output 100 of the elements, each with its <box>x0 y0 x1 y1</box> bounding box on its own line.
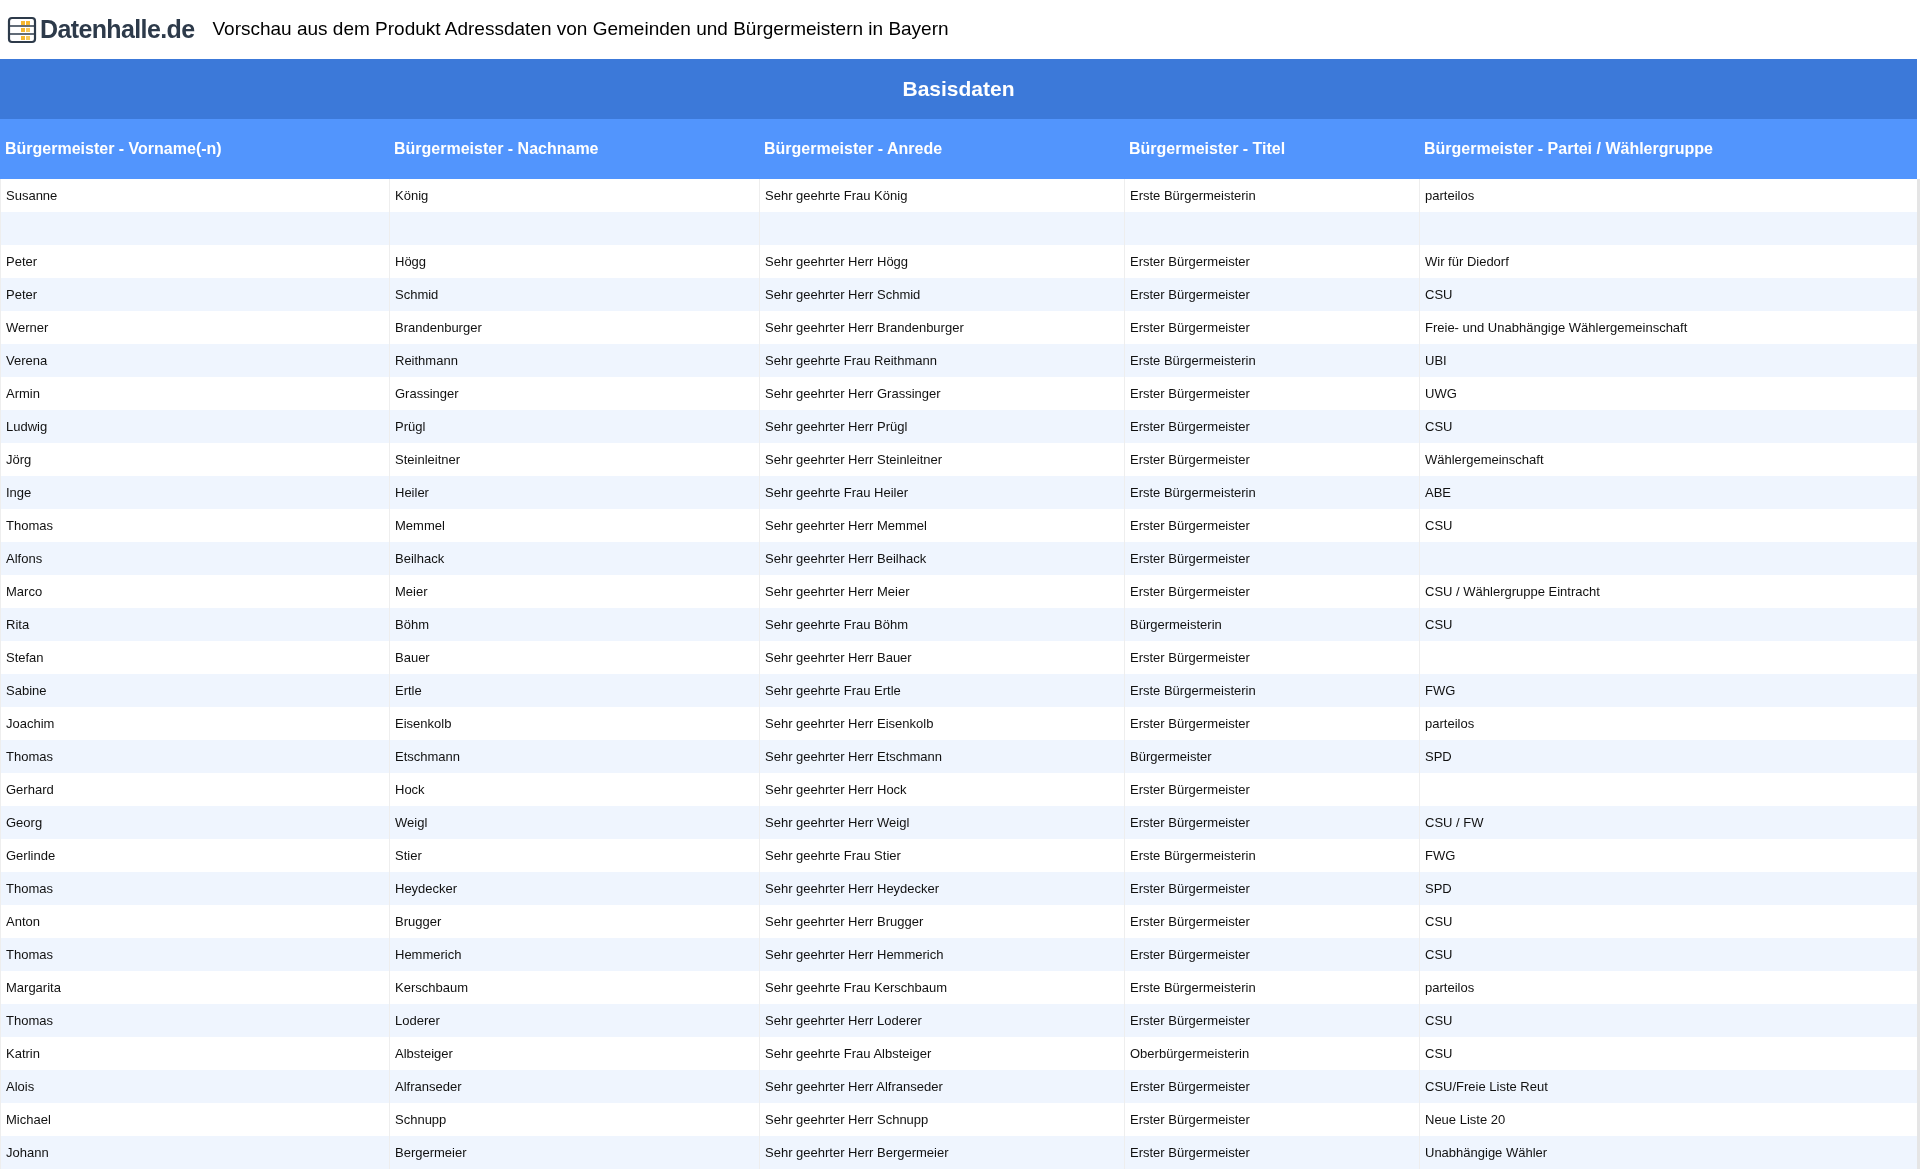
table-cell-text: Beilhack <box>395 549 445 568</box>
table-cell-text: CSU <box>1425 285 1453 304</box>
table-cell-text: Eisenkolb <box>395 714 452 733</box>
table-cell-text: ABE <box>1425 483 1451 502</box>
table-cell-text: parteilos <box>1425 714 1475 733</box>
table-cell-text: Freie- und Unabhängige Wählergemeinschaft <box>1425 318 1688 337</box>
table-cell-text: Schmid <box>395 285 439 304</box>
table-cell-text: Katrin <box>6 1044 40 1063</box>
table-cell-text: Sehr geehrter Herr Brandenburger <box>765 318 964 337</box>
table-cell-text: Rita <box>6 615 30 634</box>
table-cell-text: Erster Bürgermeister <box>1130 516 1250 535</box>
table-cell-text: parteilos <box>1425 978 1475 997</box>
table-cell-text: Ertle <box>395 681 422 700</box>
table-cell-text: Memmel <box>395 516 445 535</box>
table-cell-text: Böhm <box>395 615 429 634</box>
table-cell-text: Prügl <box>395 417 426 436</box>
table-cell-text: Erster Bürgermeister <box>1130 780 1250 799</box>
table-cell-text: Erste Bürgermeisterin <box>1130 846 1256 865</box>
table-cell-text: FWG <box>1425 681 1456 700</box>
table-cell-text: Sabine <box>6 681 47 700</box>
table-cell-text: Schnupp <box>395 1110 447 1129</box>
table-cell-text: parteilos <box>1425 186 1475 205</box>
table-cell-text: Anton <box>6 912 40 931</box>
table-cell-text: Peter <box>6 252 38 271</box>
table-cell-text: Brugger <box>395 912 442 931</box>
table-cell-text: UWG <box>1425 384 1457 403</box>
table-cell-text: Erster Bürgermeister <box>1130 450 1250 469</box>
table-cell-text: Erster Bürgermeister <box>1130 1110 1250 1129</box>
table-cell-text: CSU <box>1425 912 1453 931</box>
table-cell-text: Weigl <box>395 813 428 832</box>
table-cell-text: Kerschbaum <box>395 978 468 997</box>
table-cell-text: Sehr geehrter Herr Grassinger <box>765 384 941 403</box>
table-cell-text: Erster Bürgermeister <box>1130 714 1250 733</box>
column-header: Bürgermeister - Anrede <box>763 139 944 159</box>
table-cell-text: Thomas <box>6 516 53 535</box>
table-cell-text: CSU <box>1425 945 1453 964</box>
table-cell-text: Erster Bürgermeister <box>1130 648 1250 667</box>
table-cell-text: König <box>395 186 429 205</box>
table-cell-text: Sehr geehrter Herr Högg <box>765 252 909 271</box>
table-cell-text: Sehr geehrter Herr Hemmerich <box>765 945 944 964</box>
table-cell-text: FWG <box>1425 846 1456 865</box>
table-cell-text: UBI <box>1425 351 1447 370</box>
table-cell-text: Bürgermeister <box>1130 747 1212 766</box>
table-cell-text: Erster Bürgermeister <box>1130 1143 1250 1162</box>
table-cell-text: Peter <box>6 285 38 304</box>
table-cell-text: Grassinger <box>395 384 459 403</box>
table-cell-text: Ludwig <box>6 417 48 436</box>
table-cell-text: Erster Bürgermeister <box>1130 945 1250 964</box>
table-cell-text: SPD <box>1425 747 1452 766</box>
table-cell-text: Marco <box>6 582 43 601</box>
column-header: Bürgermeister - Titel <box>1128 139 1287 159</box>
table-cell-text: Erster Bürgermeister <box>1130 252 1250 271</box>
table-cell-text: Alois <box>6 1077 35 1096</box>
table-cell-text: Sehr geehrter Herr Brugger <box>765 912 924 931</box>
table-cell-text: Sehr geehrter Herr Prügl <box>765 417 908 436</box>
table-cell-text: Hemmerich <box>395 945 462 964</box>
table-cell-text: Reithmann <box>395 351 458 370</box>
table-cell-text: Erste Bürgermeisterin <box>1130 186 1256 205</box>
table-cell-text: Margarita <box>6 978 61 997</box>
table-cell-text: CSU / FW <box>1425 813 1484 832</box>
table-cell-text: Georg <box>6 813 43 832</box>
table-cell-text: Sehr geehrter Herr Schnupp <box>765 1110 929 1129</box>
table-cell-text: Michael <box>6 1110 51 1129</box>
table-cell-text: Sehr geehrte Frau Albsteiger <box>765 1044 932 1063</box>
table-cell-text: Bergermeier <box>395 1143 467 1162</box>
table-cell-text: Sehr geehrter Herr Memmel <box>765 516 927 535</box>
table-cell-text: Etschmann <box>395 747 461 766</box>
table-cell-text: Thomas <box>6 1011 53 1030</box>
table-cell-text: Erster Bürgermeister <box>1130 582 1250 601</box>
table-cell-text: Heydecker <box>395 879 458 898</box>
table-cell-text: Sehr geehrte Frau Heiler <box>765 483 909 502</box>
table-cell-text: CSU <box>1425 516 1453 535</box>
table-cell-text: Oberbürgermeisterin <box>1130 1044 1250 1063</box>
table-cell-text: Sehr geehrte Frau Böhm <box>765 615 909 634</box>
table-cell-text: Verena <box>6 351 48 370</box>
table-cell-text: Thomas <box>6 747 53 766</box>
table-cell-text: Johann <box>6 1143 49 1162</box>
table-cell-text: Erste Bürgermeisterin <box>1130 351 1256 370</box>
table-cell-text: Alfranseder <box>395 1077 462 1096</box>
table-cell-text: Sehr geehrter Herr Alfranseder <box>765 1077 943 1096</box>
table-cell-text: Susanne <box>6 186 58 205</box>
table-cell-text: Inge <box>6 483 32 502</box>
table-cell-text: Sehr geehrter Herr Eisenkolb <box>765 714 934 733</box>
table-cell-text: Gerlinde <box>6 846 56 865</box>
table-cell-text: Sehr geehrte Frau Reithmann <box>765 351 937 370</box>
table-cell-text: CSU / Wählergruppe Eintracht <box>1425 582 1600 601</box>
table-cell-text: CSU <box>1425 615 1453 634</box>
table-cell-text: Sehr geehrter Herr Hock <box>765 780 907 799</box>
table-cell-text: Erster Bürgermeister <box>1130 285 1250 304</box>
table-cell-text: Alfons <box>6 549 43 568</box>
table-cell-text: Erster Bürgermeister <box>1130 1011 1250 1030</box>
table-cell-text: Sehr geehrter Herr Bauer <box>765 648 912 667</box>
table-cell-text: Erster Bürgermeister <box>1130 318 1250 337</box>
table-cell-text: Jörg <box>6 450 32 469</box>
table-cell-text: Sehr geehrter Herr Etschmann <box>765 747 943 766</box>
table-cell-text: Erste Bürgermeisterin <box>1130 681 1256 700</box>
table-cell-text: Hock <box>395 780 425 799</box>
table-cell-text: Erster Bürgermeister <box>1130 813 1250 832</box>
table-cell-text: Joachim <box>6 714 55 733</box>
table-cell-text: Sehr geehrter Herr Meier <box>765 582 910 601</box>
